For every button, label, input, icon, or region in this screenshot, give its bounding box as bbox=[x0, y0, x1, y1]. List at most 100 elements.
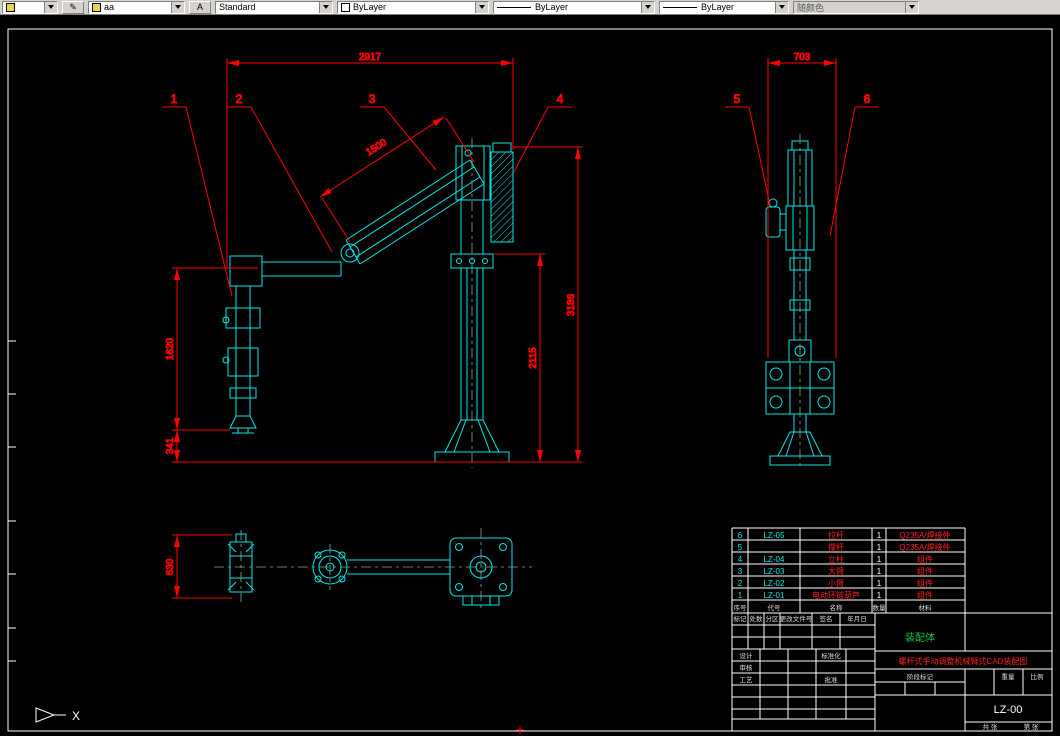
chevron-down-icon bbox=[645, 5, 651, 9]
label-process: 工艺 bbox=[740, 676, 754, 684]
parts-header-no: 序号 bbox=[734, 603, 748, 612]
label-scale: 比例 bbox=[1031, 672, 1044, 681]
svg-text:5: 5 bbox=[738, 543, 743, 552]
color-combo[interactable]: ByLayer bbox=[337, 0, 489, 14]
chevron-down-icon bbox=[323, 5, 329, 9]
layer-combo[interactable]: aa bbox=[88, 0, 185, 14]
layer-combo-value: aa bbox=[104, 2, 115, 12]
linetype-combo-value: ByLayer bbox=[535, 2, 569, 12]
svg-text:LZ-05: LZ-05 bbox=[764, 531, 785, 540]
color-combo-arrow[interactable] bbox=[475, 1, 488, 13]
balloon-1: 1 bbox=[171, 92, 178, 106]
dim-text: 3186 bbox=[566, 293, 577, 316]
dim-text: 630 bbox=[165, 558, 176, 575]
dim-text: 1620 bbox=[165, 337, 176, 360]
svg-text:组件: 组件 bbox=[917, 566, 933, 576]
dim-text: 2917 bbox=[359, 52, 382, 63]
chevron-down-icon bbox=[175, 5, 181, 9]
layer-bulb-icon bbox=[92, 2, 101, 12]
label-check: 审核 bbox=[740, 663, 754, 672]
balloon-2: 2 bbox=[236, 92, 243, 106]
product-name: 装配体 bbox=[905, 631, 935, 644]
table-row: 2 LZ-02 小臂 1 组件 bbox=[738, 578, 933, 588]
plan-view bbox=[227, 533, 513, 606]
dim-text: 703 bbox=[794, 52, 811, 63]
view-combo-arrow[interactable] bbox=[44, 1, 57, 13]
title-block: 标记 处数 分区 更改文件号 签名 年月日 设计 审核 工艺 标准化 批准 阶段… bbox=[731, 612, 1053, 732]
lineweight-combo-arrow[interactable] bbox=[775, 1, 788, 13]
dim-3186: 3186 bbox=[172, 146, 583, 463]
label-sheet: 共 张 bbox=[983, 722, 998, 731]
svg-text:Q235A/焊接件: Q235A/焊接件 bbox=[899, 530, 950, 540]
dim-703: 703 bbox=[767, 52, 837, 358]
dim-text: 341 bbox=[165, 437, 176, 454]
drawing-title: 螺杆式手动调整机械臂式CAD装配图 bbox=[899, 656, 1028, 666]
label-zone: 分区 bbox=[766, 614, 780, 623]
plotstyle-combo: 随颜色 bbox=[793, 0, 919, 14]
svg-text:组件: 组件 bbox=[917, 578, 933, 588]
svg-text:6: 6 bbox=[738, 531, 743, 540]
svg-text:拉杆: 拉杆 bbox=[828, 530, 844, 540]
svg-text:立柱: 立柱 bbox=[828, 554, 844, 564]
color-swatch-icon bbox=[341, 2, 350, 12]
table-row: 1 LZ-01 电动环链葫芦 1 组件 bbox=[738, 590, 933, 600]
chevron-down-icon bbox=[48, 5, 54, 9]
svg-text:大臂: 大臂 bbox=[828, 566, 844, 576]
text-style-combo-arrow[interactable] bbox=[319, 1, 332, 13]
balloons-layer: 1 2 3 4 5 6 bbox=[162, 92, 879, 297]
make-object-layer-current-button[interactable]: ✎ bbox=[62, 0, 84, 14]
plot-mark bbox=[516, 726, 524, 734]
svg-text:LZ-04: LZ-04 bbox=[764, 555, 785, 564]
layer-combo-arrow[interactable] bbox=[171, 1, 184, 13]
label-design: 设计 bbox=[740, 651, 754, 660]
plotstyle-combo-value: 随颜色 bbox=[797, 2, 825, 13]
label-count: 处数 bbox=[750, 614, 764, 623]
lineweight-combo[interactable]: ByLayer bbox=[659, 0, 789, 14]
svg-text:电动环链葫芦: 电动环链葫芦 bbox=[812, 590, 860, 600]
parts-header-name: 名称 bbox=[830, 603, 844, 612]
table-row: 5 撑杆 1 Q235A/焊接件 bbox=[738, 542, 951, 552]
drawing-number: LZ-00 bbox=[994, 704, 1023, 716]
svg-text:4: 4 bbox=[738, 555, 743, 564]
color-combo-value: ByLayer bbox=[353, 2, 387, 12]
chevron-down-icon bbox=[479, 5, 485, 9]
sheet-frame bbox=[7, 28, 1053, 732]
table-row: 4 LZ-04 立柱 1 组件 bbox=[738, 554, 933, 564]
chevron-down-icon bbox=[909, 5, 915, 9]
balloon-3: 3 bbox=[369, 92, 376, 106]
label-stage-mark: 阶段标记 bbox=[907, 672, 934, 681]
svg-text:1: 1 bbox=[877, 579, 882, 588]
view-combo[interactable] bbox=[2, 0, 58, 14]
svg-text:3: 3 bbox=[738, 567, 743, 576]
pencil-icon: ✎ bbox=[69, 2, 77, 12]
parts-header-code: 代号 bbox=[768, 603, 782, 612]
dim-341: 341 bbox=[165, 430, 180, 462]
drawing-canvas[interactable]: 2917 1500 703 3186 2115 1620 341 630 1 2… bbox=[0, 0, 1060, 736]
svg-text:LZ-01: LZ-01 bbox=[764, 591, 785, 600]
svg-text:1: 1 bbox=[877, 555, 882, 564]
balloon-4: 4 bbox=[557, 92, 564, 106]
svg-text:LZ-02: LZ-02 bbox=[764, 579, 785, 588]
label-page: 第 张 bbox=[1024, 722, 1039, 731]
lineweight-combo-value: ByLayer bbox=[701, 2, 735, 12]
parts-header-qty: 数量 bbox=[873, 603, 887, 612]
main-view bbox=[222, 142, 514, 463]
text-style-icon: A bbox=[196, 2, 203, 12]
svg-text:2: 2 bbox=[738, 579, 743, 588]
svg-text:Q235A/焊接件: Q235A/焊接件 bbox=[899, 542, 950, 552]
dim-1620: 1620 bbox=[165, 267, 258, 431]
label-standard: 标准化 bbox=[821, 651, 841, 660]
balloon-6: 6 bbox=[864, 92, 871, 106]
svg-text:1: 1 bbox=[877, 531, 882, 540]
svg-text:1: 1 bbox=[877, 567, 882, 576]
lineweight-sample-icon bbox=[663, 6, 697, 8]
text-style-combo[interactable]: Standard bbox=[215, 0, 333, 14]
linetype-combo[interactable]: ByLayer bbox=[493, 0, 655, 14]
svg-text:LZ-03: LZ-03 bbox=[764, 567, 785, 576]
svg-text:1: 1 bbox=[877, 543, 882, 552]
linetype-combo-arrow[interactable] bbox=[641, 1, 654, 13]
svg-text:1: 1 bbox=[877, 591, 882, 600]
layer-status-icon bbox=[6, 2, 15, 12]
text-style-button[interactable]: A bbox=[189, 0, 211, 14]
dim-2115: 2115 bbox=[494, 253, 545, 462]
